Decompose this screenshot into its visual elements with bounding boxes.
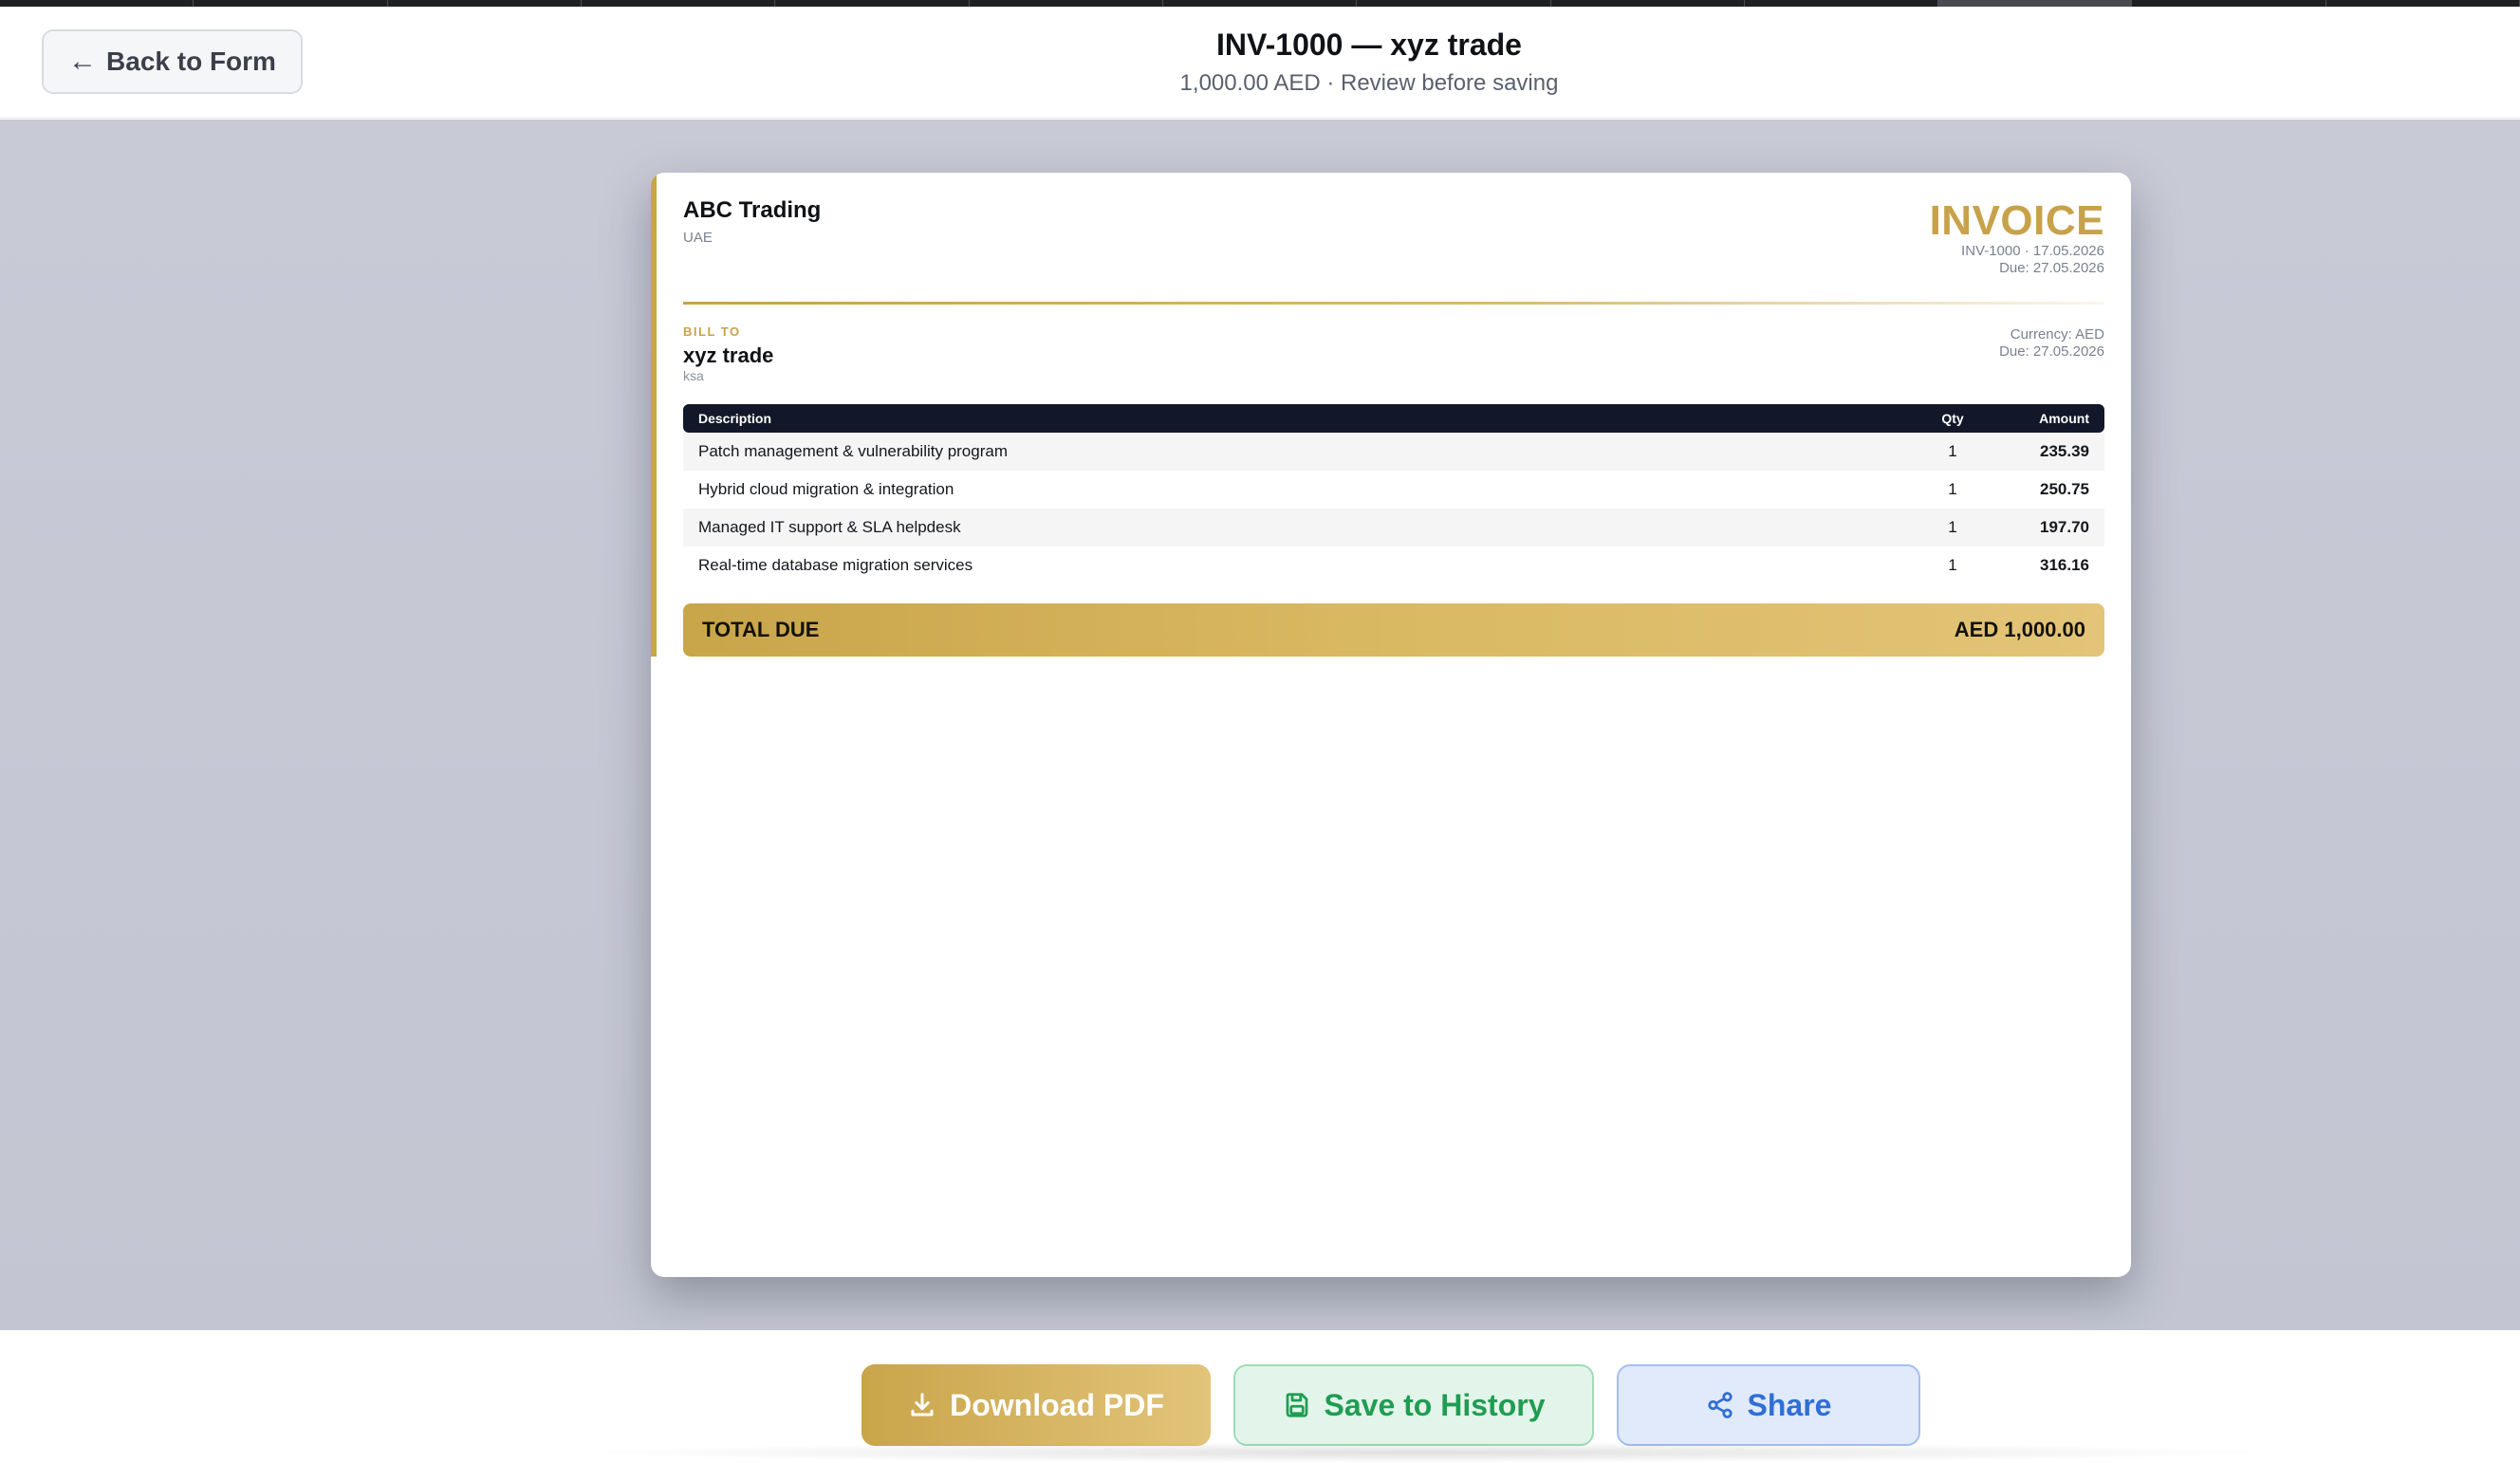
item-amount: 197.70 bbox=[2040, 518, 2089, 536]
billing-meta: Currency: AED Due: 27.05.2026 bbox=[1999, 326, 2104, 361]
strip-segment bbox=[582, 0, 776, 7]
save-disk-icon bbox=[1283, 1391, 1311, 1419]
strip-segment bbox=[1357, 0, 1551, 7]
table-row: Real-time database migration services 1 … bbox=[683, 546, 2104, 584]
item-qty: 1 bbox=[1948, 480, 1957, 498]
item-qty: 1 bbox=[1948, 556, 1957, 574]
invoice-due-date: Due: 27.05.2026 bbox=[1999, 260, 2104, 276]
strip-segment bbox=[1745, 0, 1939, 7]
strip-segment bbox=[194, 0, 388, 7]
total-due-bar: TOTAL DUE AED 1,000.00 bbox=[683, 603, 2104, 657]
item-qty: 1 bbox=[1948, 518, 1957, 536]
item-amount: 250.75 bbox=[2040, 480, 2089, 498]
table-row: Managed IT support & SLA helpdesk 1 197.… bbox=[683, 509, 2104, 546]
strip-segment bbox=[1551, 0, 1745, 7]
due-line: Due: 27.05.2026 bbox=[1999, 343, 2104, 360]
strip-segment bbox=[2326, 0, 2520, 7]
item-amount: 316.16 bbox=[2040, 556, 2089, 574]
strip-segment bbox=[2132, 0, 2326, 7]
top-progress-strip bbox=[0, 0, 2520, 7]
table-row: Hybrid cloud migration & integration 1 2… bbox=[683, 471, 2104, 509]
item-description: Hybrid cloud migration & integration bbox=[698, 480, 954, 498]
line-items-table: Description Qty Amount Patch management … bbox=[683, 404, 2104, 584]
bill-to-label: BILL TO bbox=[683, 324, 741, 339]
table-header: Description Qty Amount bbox=[683, 404, 2104, 433]
client-location: ksa bbox=[683, 368, 704, 383]
share-button[interactable]: Share bbox=[1617, 1364, 1920, 1446]
currency-line: Currency: AED bbox=[2010, 326, 2104, 343]
action-bar-shadow bbox=[569, 1442, 2277, 1463]
page-header: ← Back to Form INV-1000 — xyz trade 1,00… bbox=[0, 7, 2520, 119]
save-to-history-button[interactable]: Save to History bbox=[1233, 1364, 1594, 1446]
invoice-heading: INVOICE bbox=[1929, 197, 2104, 244]
total-due-value: AED 1,000.00 bbox=[1954, 618, 2085, 641]
column-qty: Qty bbox=[1941, 411, 1964, 426]
download-pdf-button[interactable]: Download PDF bbox=[862, 1364, 1211, 1446]
share-label: Share bbox=[1747, 1387, 1832, 1422]
header-title-block: INV-1000 — xyz trade 1,000.00 AED · Revi… bbox=[0, 28, 2520, 97]
invoice-meta: INV-1000 · 17.05.2026 Due: 27.05.2026 bbox=[1961, 243, 2104, 277]
item-amount: 235.39 bbox=[2040, 442, 2089, 460]
invoice-accent-rail bbox=[651, 173, 657, 657]
strip-segment-active bbox=[1938, 0, 2133, 7]
strip-segment bbox=[775, 0, 970, 7]
table-row: Patch management & vulnerability program… bbox=[683, 433, 2104, 471]
strip-segment bbox=[0, 0, 195, 7]
column-description: Description bbox=[698, 411, 772, 426]
item-description: Managed IT support & SLA helpdesk bbox=[698, 518, 961, 536]
invoice-preview-area: ABC Trading UAE INVOICE INV-1000 · 17.05… bbox=[0, 120, 2520, 1330]
total-due-label: TOTAL DUE bbox=[702, 618, 820, 641]
download-pdf-label: Download PDF bbox=[950, 1387, 1164, 1422]
strip-segment bbox=[388, 0, 582, 7]
page-title: INV-1000 — xyz trade bbox=[1216, 28, 1522, 62]
invoice-number-date: INV-1000 · 17.05.2026 bbox=[1961, 243, 2104, 259]
save-to-history-label: Save to History bbox=[1324, 1387, 1546, 1422]
invoice-divider bbox=[683, 302, 2104, 305]
invoice-document: ABC Trading UAE INVOICE INV-1000 · 17.05… bbox=[651, 173, 2131, 1277]
item-qty: 1 bbox=[1948, 442, 1957, 460]
client-name: xyz trade bbox=[683, 343, 774, 367]
download-icon bbox=[908, 1391, 936, 1419]
item-description: Patch management & vulnerability program bbox=[698, 442, 1008, 460]
company-country: UAE bbox=[683, 230, 713, 246]
strip-segment bbox=[1163, 0, 1358, 7]
share-icon bbox=[1706, 1391, 1734, 1419]
page-subtitle: 1,000.00 AED · Review before saving bbox=[1179, 70, 1559, 96]
item-description: Real-time database migration services bbox=[698, 556, 973, 574]
column-amount: Amount bbox=[2039, 411, 2089, 426]
strip-segment bbox=[970, 0, 1163, 7]
company-name: ABC Trading bbox=[683, 197, 822, 223]
